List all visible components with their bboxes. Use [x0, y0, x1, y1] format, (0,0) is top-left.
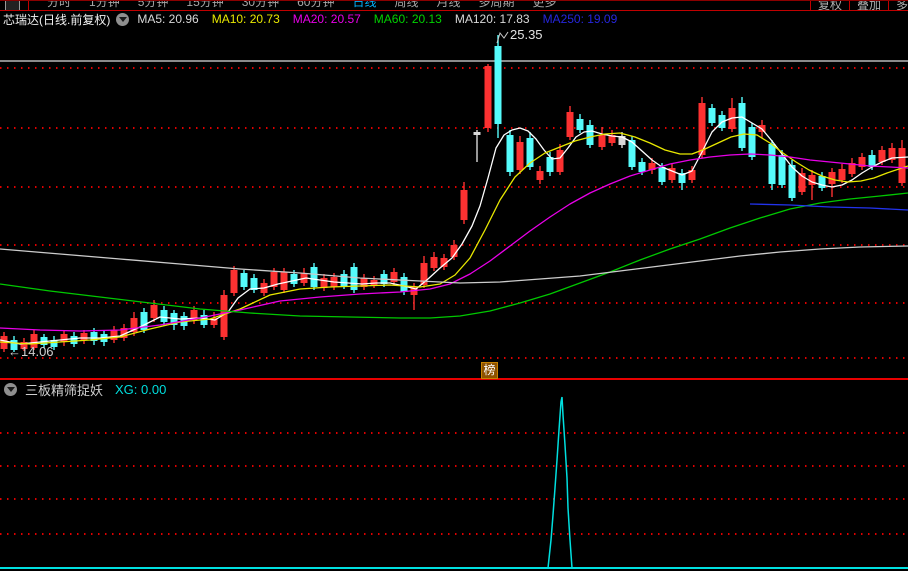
candle: [340, 274, 348, 286]
candle: [878, 150, 886, 162]
candle: [768, 144, 776, 184]
candle: [566, 112, 574, 137]
lhb-badge[interactable]: 榜: [481, 362, 498, 379]
candle: [160, 310, 168, 322]
candle: [320, 278, 328, 288]
candle: [110, 330, 118, 340]
candle: [536, 171, 544, 180]
candle: [230, 270, 238, 293]
candle: [150, 305, 158, 318]
candle: [70, 336, 78, 344]
candle: [280, 272, 288, 290]
main-chart-svg[interactable]: [0, 0, 908, 571]
app-window: 分时1分钟5分钟15分钟30分钟60分钟日线周线月线多周期更多 复权叠加多股 芯…: [0, 0, 908, 571]
candle: [708, 108, 716, 123]
candle: [638, 162, 646, 172]
candle: [586, 125, 594, 145]
candle: [494, 46, 502, 124]
candle: [556, 150, 564, 172]
candle: [576, 119, 584, 130]
candle: [598, 135, 606, 147]
candle: [516, 142, 524, 170]
indicator-collapse-icon[interactable]: [4, 382, 17, 396]
indicator-header: 三板精筛捉妖 XG: 0.00: [0, 381, 167, 398]
candle: [748, 127, 756, 157]
ma-line-ma250: [749, 203, 908, 211]
candle: [473, 132, 481, 135]
candle: [658, 167, 666, 182]
candle: [738, 103, 746, 148]
candle: [838, 169, 846, 180]
candle: [310, 267, 318, 287]
candle: [390, 272, 398, 282]
candle: [898, 148, 906, 183]
candle: [60, 334, 68, 342]
low-price-label: ←14.06: [8, 344, 54, 359]
candle: [80, 333, 88, 340]
indicator-value: XG: 0.00: [115, 381, 167, 397]
candle: [460, 190, 468, 220]
candle: [506, 135, 514, 172]
high-price-label: 25.35: [510, 27, 543, 42]
candle: [430, 257, 438, 268]
candle: [484, 66, 492, 128]
indicator-spike: [0, 396, 908, 569]
candle: [400, 277, 408, 292]
candle: [818, 176, 826, 188]
candle: [240, 273, 248, 287]
indicator-title: 三板精筛捉妖: [25, 382, 104, 398]
candle: [290, 274, 298, 284]
candle: [778, 155, 786, 185]
